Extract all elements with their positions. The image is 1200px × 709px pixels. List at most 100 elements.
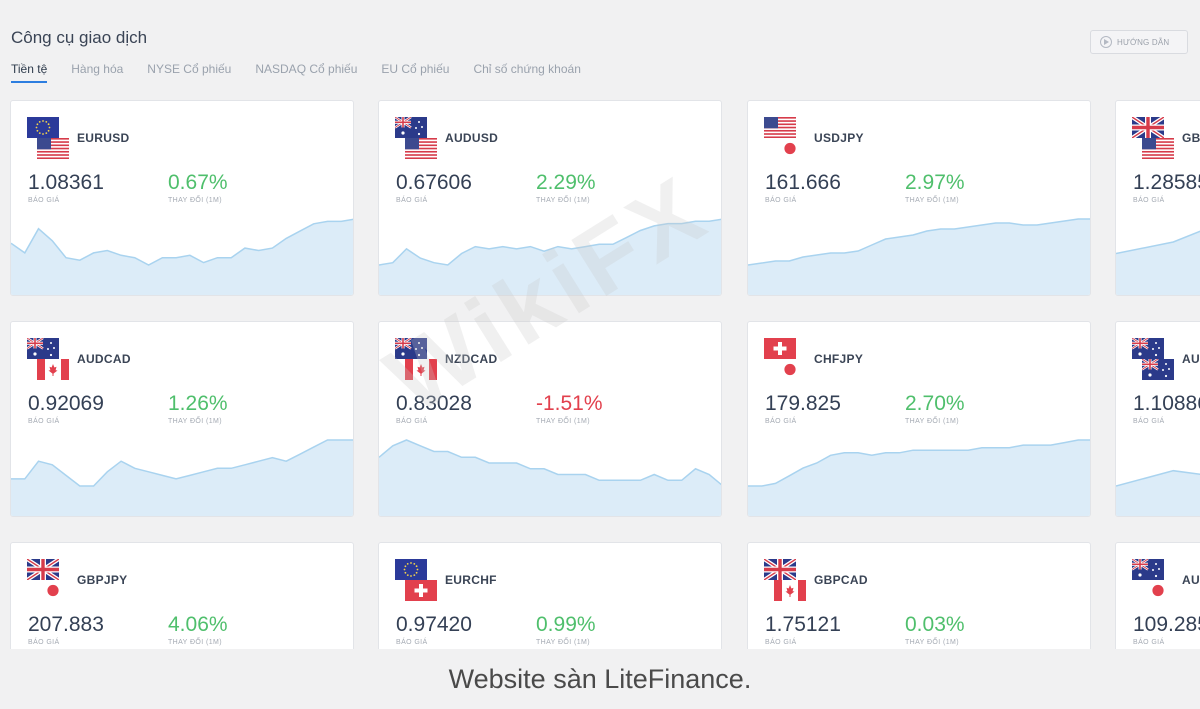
page-title: Công cụ giao dịch	[11, 28, 148, 47]
instrument-price: 179.825	[765, 392, 841, 415]
instrument-card-gbpusd[interactable]: GBPUSD 1.28585 BÁO GIÁ	[1115, 100, 1200, 296]
category-tabs: Tiền tệ Hàng hóa NYSE Cổ phiếu NASDAQ Cổ…	[11, 62, 581, 83]
currency-pair-flags	[27, 559, 69, 601]
currency-pair-flags	[1132, 117, 1174, 159]
change-label: THAY ĐỔI (1M)	[536, 418, 590, 425]
ca-flag-icon	[405, 359, 437, 380]
instrument-card-audnzd[interactable]: AUDNZD 1.10886 BÁO GIÁ	[1115, 321, 1200, 517]
currency-pair-flags	[1132, 338, 1174, 380]
instrument-price: 0.92069	[28, 392, 104, 415]
jp-flag-icon	[774, 138, 806, 159]
price-label: BÁO GIÁ	[396, 418, 428, 425]
play-icon	[1100, 36, 1112, 48]
currency-pair-flags	[764, 559, 806, 601]
price-label: BÁO GIÁ	[28, 639, 60, 646]
eu-flag-icon	[395, 559, 427, 580]
instrument-card-nzdcad[interactable]: NZDCAD 0.83028 BÁO GIÁ -1.51% THAY ĐỔI (1M)	[378, 321, 722, 517]
au-flag-icon	[1142, 359, 1174, 380]
instrument-card-usdjpy[interactable]: USDJPY 161.666 BÁO GIÁ 2.97% THAY ĐỔI (1M)	[747, 100, 1091, 296]
instrument-price: 1.10886	[1133, 392, 1200, 415]
instrument-card-audjpy[interactable]: AUDJPY 109.285 BÁO GIÁ	[1115, 542, 1200, 649]
instrument-card-chfjpy[interactable]: CHFJPY 179.825 BÁO GIÁ 2.70% THAY ĐỔI (1M)	[747, 321, 1091, 517]
tab-commodities[interactable]: Hàng hóa	[71, 62, 123, 83]
currency-pair-flags	[1132, 559, 1174, 601]
price-label: BÁO GIÁ	[28, 197, 60, 204]
price-label: BÁO GIÁ	[396, 639, 428, 646]
ch-flag-icon	[764, 338, 796, 359]
instrument-change: 1.26%	[168, 392, 228, 415]
instrument-symbol: EURCHF	[445, 573, 497, 587]
price-label: BÁO GIÁ	[396, 197, 428, 204]
instrument-change: 2.29%	[536, 171, 596, 194]
instrument-card-audcad[interactable]: AUDCAD 0.92069 BÁO GIÁ 1.26% THAY ĐỔI (1M)	[10, 321, 354, 517]
ca-flag-icon	[774, 580, 806, 601]
change-label: THAY ĐỔI (1M)	[905, 639, 959, 646]
instrument-price: 1.75121	[765, 613, 841, 636]
currency-pair-flags	[395, 117, 437, 159]
instrument-card-gbpcad[interactable]: GBPCAD 1.75121 BÁO GIÁ 0.03% THAY ĐỔI (1M)	[747, 542, 1091, 649]
instrument-price: 1.28585	[1133, 171, 1200, 194]
instrument-change: 0.03%	[905, 613, 965, 636]
guide-button-label: HƯỚNG DẪN	[1117, 37, 1170, 47]
instrument-symbol: GBPCAD	[814, 573, 868, 587]
instrument-price: 0.83028	[396, 392, 472, 415]
jp-flag-icon	[37, 580, 69, 601]
instrument-symbol: EURUSD	[77, 131, 130, 145]
tab-stock-indices[interactable]: Chỉ số chứng khoán	[473, 62, 580, 83]
currency-pair-flags	[395, 338, 437, 380]
price-label: BÁO GIÁ	[765, 639, 797, 646]
instrument-change: 0.67%	[168, 171, 228, 194]
gb-flag-icon	[1132, 117, 1164, 138]
jp-flag-icon	[1142, 580, 1174, 601]
instrument-symbol: AUDCAD	[77, 352, 131, 366]
au-flag-icon	[27, 338, 59, 359]
instrument-card-gbpjpy[interactable]: GBPJPY 207.883 BÁO GIÁ 4.06% THAY ĐỔI (1M)	[10, 542, 354, 649]
us-flag-icon	[37, 138, 69, 159]
currency-pair-flags	[27, 338, 69, 380]
tab-nasdaq-stocks[interactable]: NASDAQ Cổ phiếu	[255, 62, 357, 83]
ca-flag-icon	[37, 359, 69, 380]
currency-pair-flags	[27, 117, 69, 159]
eu-flag-icon	[27, 117, 59, 138]
instrument-change: 2.70%	[905, 392, 965, 415]
tab-currencies[interactable]: Tiền tệ	[11, 62, 48, 83]
instrument-symbol: USDJPY	[814, 131, 864, 145]
instrument-symbol: AUDJPY	[1182, 573, 1200, 587]
instrument-change: -1.51%	[536, 392, 603, 415]
price-label: BÁO GIÁ	[1133, 639, 1165, 646]
jp-flag-icon	[774, 359, 806, 380]
instrument-price: 0.67606	[396, 171, 472, 194]
tab-eu-stocks[interactable]: EU Cổ phiếu	[381, 62, 449, 83]
instrument-change: 4.06%	[168, 613, 228, 636]
instrument-symbol: AUDUSD	[445, 131, 499, 145]
au-flag-icon	[1132, 338, 1164, 359]
instrument-card-eurusd[interactable]: EURUSD 1.08361 BÁO GIÁ 0.67% THAY ĐỔI (1M)	[10, 100, 354, 296]
price-label: BÁO GIÁ	[765, 197, 797, 204]
instrument-symbol: CHFJPY	[814, 352, 864, 366]
change-label: THAY ĐỔI (1M)	[536, 639, 590, 646]
price-label: BÁO GIÁ	[28, 418, 60, 425]
guide-button[interactable]: HƯỚNG DẪN	[1090, 30, 1188, 54]
tab-nyse-stocks[interactable]: NYSE Cổ phiếu	[147, 62, 231, 83]
au-flag-icon	[395, 338, 427, 359]
instrument-price: 1.08361	[28, 171, 104, 194]
change-label: THAY ĐỔI (1M)	[168, 418, 222, 425]
instrument-symbol: GBPJPY	[77, 573, 128, 587]
instrument-price: 0.97420	[396, 613, 472, 636]
change-label: THAY ĐỔI (1M)	[905, 418, 959, 425]
instrument-price: 207.883	[28, 613, 104, 636]
au-flag-icon	[1132, 559, 1164, 580]
price-label: BÁO GIÁ	[1133, 418, 1165, 425]
instrument-symbol: GBPUSD	[1182, 131, 1200, 145]
us-flag-icon	[764, 117, 796, 138]
app-window: Công cụ giao dịch HƯỚNG DẪN Tiền tệ Hàng…	[0, 0, 1200, 649]
instrument-card-eurchf[interactable]: EURCHF 0.97420 BÁO GIÁ 0.99% THAY ĐỔI (1M)	[378, 542, 722, 649]
currency-pair-flags	[764, 338, 806, 380]
instrument-symbol: NZDCAD	[445, 352, 498, 366]
instrument-card-audusd[interactable]: AUDUSD 0.67606 BÁO GIÁ 2.29% THAY ĐỔI (1M)	[378, 100, 722, 296]
au-flag-icon	[395, 117, 427, 138]
gb-flag-icon	[764, 559, 796, 580]
change-label: THAY ĐỔI (1M)	[905, 197, 959, 204]
currency-pair-flags	[395, 559, 437, 601]
instrument-change: 2.97%	[905, 171, 965, 194]
